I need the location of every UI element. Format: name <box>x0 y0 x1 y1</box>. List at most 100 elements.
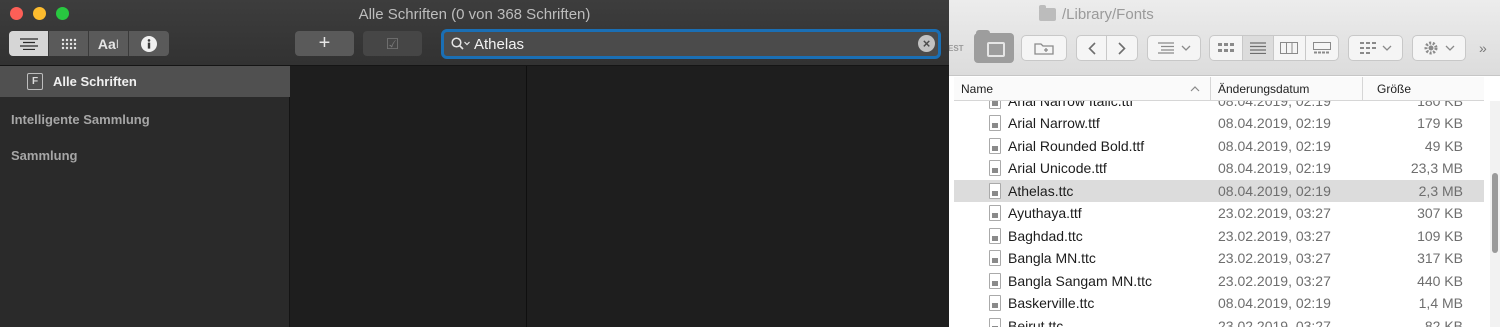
scrollbar-thumb[interactable] <box>1492 173 1498 253</box>
column-divider[interactable] <box>1210 77 1211 101</box>
validate-font-button[interactable]: ☑ <box>363 31 422 56</box>
file-list: Arial Narrow Italic.ttf 08.04.2019, 02:19… <box>954 101 1484 327</box>
table-row[interactable]: Bangla MN.ttc 23.02.2019, 03:27 317 KB <box>954 247 1484 270</box>
chevron-down-icon <box>1382 45 1391 51</box>
toolbar-overflow-icon[interactable]: » <box>1479 40 1487 56</box>
font-file-icon <box>989 182 1001 199</box>
table-row[interactable]: Athelas.ttc 08.04.2019, 02:19 2,3 MB <box>954 179 1484 202</box>
search-icon[interactable] <box>451 37 471 51</box>
file-date: 08.04.2019, 02:19 <box>1218 295 1331 311</box>
icon-view-button[interactable] <box>1210 36 1243 60</box>
font-preview-pane <box>527 66 949 327</box>
file-size: 1,4 MB <box>1418 295 1463 311</box>
text-cursor-icon: I <box>115 36 120 51</box>
table-row[interactable]: Arial Narrow Italic.ttf 08.04.2019, 02:19… <box>954 101 1484 112</box>
table-row[interactable]: Arial Unicode.ttf 08.04.2019, 02:19 23,3 M… <box>954 157 1484 180</box>
finder-toolbar: /Library/Fonts EST » <box>944 0 1500 76</box>
table-row[interactable]: Baskerville.ttc 08.04.2019, 02:19 1,4 MB <box>954 292 1484 315</box>
font-file-icon <box>989 227 1001 244</box>
column-header: Name Änderungsdatum Größe <box>954 77 1484 101</box>
back-button[interactable] <box>1077 36 1108 60</box>
chevron-left-icon <box>1087 41 1096 55</box>
add-font-button[interactable]: + <box>295 31 354 56</box>
forward-button[interactable] <box>1107 36 1137 60</box>
file-size: 440 KB <box>1417 272 1463 289</box>
file-date: 23.02.2019, 03:27 <box>1218 227 1331 244</box>
file-name: Beirut.ttc <box>1008 317 1064 327</box>
group-list-icon <box>1158 42 1174 54</box>
gallery-view-button[interactable] <box>1306 36 1338 60</box>
table-row[interactable]: Arial Narrow.ttf 08.04.2019, 02:19 179 KB <box>954 112 1484 135</box>
font-collection-icon: F <box>27 73 43 90</box>
file-date: 23.02.2019, 03:27 <box>1218 272 1331 289</box>
clear-search-icon[interactable]: × <box>918 35 935 52</box>
file-name: Baghdad.ttc <box>1008 227 1083 244</box>
list-view-button[interactable] <box>1242 36 1275 60</box>
back-forward-control <box>1076 35 1138 61</box>
column-size-header[interactable]: Größe <box>1377 77 1411 101</box>
file-date: 08.04.2019, 02:19 <box>1218 115 1331 131</box>
columns-icon <box>1280 42 1299 54</box>
arrange-grid-icon <box>1359 42 1376 54</box>
list-view-icon <box>1249 42 1266 54</box>
info-circle-icon <box>141 35 157 52</box>
icon-grid-icon <box>1217 43 1234 52</box>
font-file-icon <box>989 101 1001 109</box>
file-name: Arial Unicode.ttf <box>1008 160 1107 176</box>
font-file-icon <box>989 205 1001 221</box>
file-name: Bangla Sangam MN.ttc <box>1008 272 1152 289</box>
file-size: 180 KB <box>1417 101 1463 109</box>
vertical-scrollbar[interactable] <box>1490 101 1500 327</box>
font-file-icon <box>989 272 1001 289</box>
window-title: Alle Schriften (0 von 368 Schriften) <box>358 6 591 23</box>
font-file-icon <box>989 115 1001 131</box>
file-date: 08.04.2019, 02:19 <box>1218 160 1331 176</box>
table-row[interactable]: Ayuthaya.ttf 23.02.2019, 03:27 307 KB <box>954 202 1484 225</box>
file-date: 23.02.2019, 03:27 <box>1218 317 1331 327</box>
column-divider[interactable] <box>1362 77 1363 101</box>
search-field: × <box>441 29 941 59</box>
table-row[interactable]: Arial Rounded Bold.ttf 08.04.2019, 02:19 4… <box>954 135 1484 158</box>
file-name: Ayuthaya.ttf <box>1008 205 1082 221</box>
file-date: 08.04.2019, 02:19 <box>1218 101 1331 109</box>
info-view-button[interactable] <box>129 31 169 56</box>
sidebar-section-smart-collection[interactable]: Intelligente Sammlung <box>11 112 150 127</box>
chevron-right-icon <box>1118 41 1126 55</box>
table-row[interactable]: Beirut.ttc 23.02.2019, 03:27 82 KB <box>954 315 1484 327</box>
finder-window: /Library/Fonts EST » Name Änderungsdatum… <box>944 0 1500 327</box>
file-name: Arial Rounded Bold.ttf <box>1008 137 1145 154</box>
file-name: Athelas.ttc <box>1008 182 1074 199</box>
list-view-button[interactable] <box>9 31 49 56</box>
file-size: 23,3 MB <box>1410 160 1463 176</box>
file-date: 08.04.2019, 02:19 <box>1218 137 1331 154</box>
sidebar-item-all-fonts[interactable]: F Alle Schriften <box>0 66 290 97</box>
preview-mode-control: Aa I <box>9 31 169 56</box>
collections-sidebar: F Alle Schriften Intelligente Sammlung S… <box>0 66 290 327</box>
sample-view-button[interactable]: Aa I <box>89 31 129 56</box>
shared-folder-icon[interactable] <box>974 30 1014 63</box>
list-lines-icon <box>19 37 38 50</box>
table-row[interactable]: Baghdad.ttc 23.02.2019, 03:27 109 KB <box>954 225 1484 248</box>
font-file-icon <box>989 317 1001 327</box>
file-date: 08.04.2019, 02:19 <box>1218 182 1331 199</box>
table-row[interactable]: Bangla Sangam MN.ttc 23.02.2019, 03:27 440… <box>954 270 1484 293</box>
arrange-button[interactable] <box>1348 35 1403 61</box>
file-name: Baskerville.ttc <box>1008 295 1095 311</box>
new-folder-button[interactable] <box>1021 35 1067 61</box>
font-file-icon <box>989 295 1001 311</box>
column-date-header[interactable]: Änderungsdatum <box>1218 77 1309 101</box>
grid-view-button[interactable] <box>49 31 89 56</box>
file-name: Arial Narrow Italic.ttf <box>1008 101 1133 109</box>
action-menu-button[interactable] <box>1412 35 1466 61</box>
column-name-header[interactable]: Name <box>961 77 993 101</box>
grid-dots-icon <box>61 38 76 49</box>
column-view-button[interactable] <box>1274 36 1306 60</box>
file-size: 307 KB <box>1417 205 1463 221</box>
group-by-button[interactable] <box>1147 35 1201 61</box>
font-file-icon <box>989 160 1001 176</box>
file-name: Bangla MN.ttc <box>1008 250 1096 266</box>
fontbook-titlebar: Alle Schriften (0 von 368 Schriften) Aa I… <box>0 0 949 66</box>
sidebar-section-collection[interactable]: Sammlung <box>11 148 77 163</box>
font-list-pane[interactable] <box>290 66 527 327</box>
search-input[interactable] <box>474 34 914 54</box>
